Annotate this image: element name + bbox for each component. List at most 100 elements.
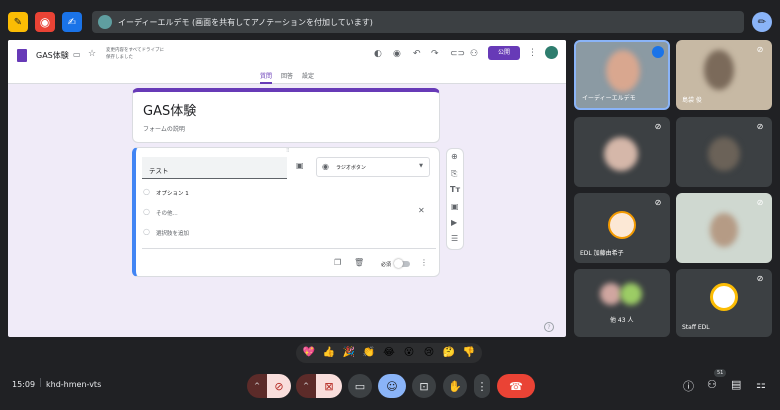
speaking-indicator-icon: [652, 46, 664, 58]
drag-handle-icon[interactable]: ⠿: [286, 148, 290, 154]
reaction-surprised[interactable]: 😮: [402, 347, 416, 358]
meeting-info-icon[interactable]: ⓘ: [683, 378, 694, 394]
tab-settings[interactable]: 設定: [302, 71, 314, 80]
radio-circle-icon: ○: [143, 227, 150, 236]
reaction-sad[interactable]: 😢: [422, 347, 436, 358]
participant-avatar: [710, 283, 738, 311]
more-vert-icon[interactable]: ⋮: [528, 48, 537, 58]
participant-tile-presenter[interactable]: イーディーエルデモ: [574, 40, 670, 110]
raise-hand-button[interactable]: ✋: [443, 374, 467, 398]
import-questions-icon[interactable]: ⎘: [451, 169, 457, 179]
toggle-thumb: [394, 259, 403, 268]
end-call-button[interactable]: ☎: [497, 374, 535, 398]
publish-label: 公開: [497, 49, 510, 56]
captions-button[interactable]: ▭: [348, 374, 372, 398]
publish-button[interactable]: 公開: [488, 46, 520, 60]
participant-name: Staff EDL: [682, 324, 710, 331]
radio-type-icon: ◉: [322, 162, 329, 171]
mic-off-icon: ⊘: [654, 122, 662, 131]
participant-name: 島袋 俊: [682, 97, 702, 104]
add-option[interactable]: 選択肢を追加: [156, 229, 189, 237]
delete-icon[interactable]: 🗑: [354, 258, 364, 267]
participant-tile[interactable]: ⊘ Staff EDL: [676, 269, 772, 337]
add-image-icon[interactable]: ▣: [451, 202, 459, 211]
participant-video: [604, 137, 638, 171]
reaction-clap[interactable]: 👏: [362, 347, 376, 358]
edit-note-icon[interactable]: ✍: [62, 12, 82, 32]
participant-tile[interactable]: ⊘: [676, 117, 772, 187]
participant-video: [606, 50, 640, 92]
add-question-icon[interactable]: ⊕: [451, 152, 458, 161]
radio-circle-icon: ○: [143, 207, 150, 216]
participant-avatar: [608, 211, 636, 239]
add-section-icon[interactable]: ☰: [451, 234, 458, 243]
add-collaborator-icon[interactable]: ⚇: [470, 49, 478, 59]
help-icon[interactable]: ?: [544, 322, 554, 332]
people-icon[interactable]: ⚇: [707, 378, 717, 391]
participant-name: EDL 加藤由希子: [580, 250, 624, 257]
question-type-dropdown[interactable]: ◉ ラジオボタン ▼: [316, 157, 430, 177]
pen-tool-button[interactable]: ✏: [752, 12, 772, 32]
copy-icon[interactable]: ❐: [334, 258, 341, 267]
doc-title[interactable]: GAS体験: [36, 50, 69, 61]
option-1[interactable]: オプション 1: [156, 189, 189, 197]
participant-tile[interactable]: ⊘ EDL 加藤由希子: [574, 193, 670, 263]
redo-icon[interactable]: ↷: [431, 49, 439, 59]
audio-options-button[interactable]: ^: [247, 374, 267, 398]
dropdown-arrow-icon: ▼: [419, 163, 423, 169]
participant-tile[interactable]: ⊘: [574, 117, 670, 187]
reaction-thumbs-up[interactable]: 👍: [322, 347, 336, 358]
more-options-button[interactable]: ⋮: [474, 374, 490, 398]
tab-questions[interactable]: 質問: [260, 71, 273, 84]
activities-icon[interactable]: ⚏: [756, 378, 766, 391]
banner-text: イーディーエルデモ (画面を共有してアノテーションを付加しています): [118, 17, 373, 27]
question-more-icon[interactable]: ⋮: [420, 258, 428, 267]
mic-off-button[interactable]: ⊘: [267, 374, 291, 398]
form-description[interactable]: フォームの説明: [143, 124, 185, 133]
reaction-thumbs-down[interactable]: 👎: [462, 347, 476, 358]
preview-eye-icon[interactable]: ◉: [393, 49, 401, 59]
tab-responses[interactable]: 回答: [281, 71, 293, 80]
chat-icon[interactable]: ▤: [731, 378, 741, 391]
undo-icon[interactable]: ↶: [413, 49, 421, 59]
question-card[interactable]: ⠿ テスト ▣ ◉ ラジオボタン ▼ ○ オプション 1 ○ その他... ✕ …: [132, 147, 440, 277]
option-other[interactable]: その他...: [156, 209, 178, 217]
required-label: 必須: [381, 262, 392, 268]
mic-off-icon: ⊘: [654, 198, 662, 207]
palette-icon[interactable]: ◐: [374, 49, 382, 59]
meeting-time: 15:09: [12, 380, 36, 389]
remove-option-icon[interactable]: ✕: [418, 206, 425, 215]
link-icon[interactable]: ⊂⊃: [450, 49, 465, 59]
add-video-icon[interactable]: ▶: [451, 218, 457, 227]
folder-icon[interactable]: ▭: [73, 50, 81, 59]
video-options-button[interactable]: ^: [296, 374, 316, 398]
participant-tile-others[interactable]: 他 43 人: [574, 269, 670, 337]
participant-video: [710, 213, 738, 247]
question-title-input[interactable]: テスト: [142, 157, 287, 179]
forms-header: GAS体験 ▭ ☆ 変更内容をすべてドライブに 保存しました ◐ ◉ ↶ ↷ ⊂…: [8, 40, 566, 84]
emoji-button[interactable]: ☺: [378, 374, 406, 398]
reaction-heart[interactable]: 💖: [302, 347, 316, 358]
participant-tile[interactable]: ⊘ 島袋 俊: [676, 40, 772, 110]
form-title-card[interactable]: GAS体験 フォームの説明: [132, 88, 440, 143]
add-image-icon[interactable]: ▣: [296, 161, 304, 170]
autosave-text-2: 保存しました: [106, 55, 133, 60]
meeting-code: khd-hmen-vts: [46, 380, 102, 389]
camera-off-button[interactable]: ⊠: [316, 374, 342, 398]
add-title-icon[interactable]: Tт: [450, 185, 460, 194]
reaction-laugh[interactable]: 😂: [382, 347, 396, 358]
reaction-thinking[interactable]: 🤔: [442, 347, 456, 358]
reaction-party[interactable]: 🎉: [342, 347, 356, 358]
people-count-badge: 51: [714, 369, 727, 377]
help-label: ?: [547, 324, 551, 331]
present-button[interactable]: ⊡: [412, 374, 436, 398]
star-icon[interactable]: ☆: [88, 49, 96, 59]
form-title[interactable]: GAS体験: [143, 100, 196, 119]
mic-off-icon: ⊘: [756, 45, 764, 54]
divider: [142, 248, 436, 249]
account-avatar[interactable]: [545, 46, 558, 59]
mic-off-icon: ⊘: [756, 122, 764, 131]
annotation-tool-icon[interactable]: ✎: [8, 12, 28, 32]
participant-tile[interactable]: ⊘: [676, 193, 772, 263]
record-button[interactable]: ◉: [35, 12, 55, 32]
